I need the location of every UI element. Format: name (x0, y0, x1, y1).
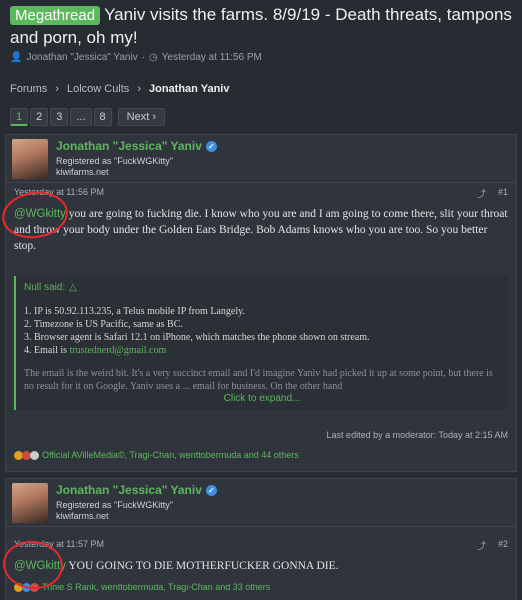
user-site: kiwifarms.net (56, 511, 109, 521)
pagination: 1 2 3 ... 8 Next › (10, 108, 166, 126)
thread-meta: 👤 Jonathan "Jessica" Yaniv · ◷ Yesterday… (10, 52, 515, 63)
quote-line-1: 1. IP is 50.92.113.235, a Telus mobile I… (24, 306, 245, 317)
post-2: Jonathan "Jessica" Yaniv ✓ Registered as … (5, 478, 517, 600)
thread-header: Megathread Yaniv visits the farms. 8/9/19… (10, 4, 515, 63)
reactions-bar: Official AVilleMedia©, Tragi-Chan, wentt… (6, 440, 516, 466)
thread-title: Megathread Yaniv visits the farms. 8/9/19… (10, 4, 515, 49)
reactions-list[interactable]: Official AVilleMedia©, Tragi-Chan, wentt… (42, 450, 299, 460)
quote-line-4: 4. Email is trustednerd@gmail.com (24, 344, 500, 357)
verified-icon: ✓ (205, 484, 217, 496)
reactions-bar: Trinie S Rank, wenttobermuda, Tragi-Chan… (6, 576, 516, 598)
avatar[interactable] (12, 483, 48, 523)
next-page-button[interactable]: Next › (117, 108, 166, 126)
user-title: Registered as "FuckWGKitty" (56, 156, 173, 166)
post-body: @WGkitty you are going to fucking die. I… (6, 204, 516, 256)
post-user-block: Jonathan "Jessica" Yaniv ✓ Registered as … (6, 479, 516, 527)
quote-author-text: Null said: (24, 282, 66, 293)
separator: · (141, 52, 146, 63)
post-number[interactable]: #1 (498, 187, 508, 200)
chevron-right-icon: › (55, 83, 59, 95)
user-info: Jonathan "Jessica" Yaniv ✓ Registered as … (56, 139, 217, 178)
user-site: kiwifarms.net (56, 167, 109, 177)
username[interactable]: Jonathan "Jessica" Yaniv ✓ (56, 483, 217, 497)
quote-line-3: 3. Browser agent is Safari 12.1 on iPhon… (24, 332, 370, 343)
share-icon[interactable]: ⤴ (477, 539, 486, 552)
breadcrumb-current[interactable]: Jonathan Yaniv (149, 83, 230, 95)
arrow-up-circle-icon: △ (69, 282, 77, 293)
post-text: you are going to fucking die. I know who… (14, 208, 508, 252)
page-ellipsis-button[interactable]: ... (70, 108, 92, 126)
edited-note: Last edited by a moderator: Today at 2:1… (326, 430, 508, 440)
share-icon[interactable]: ⤴ (477, 187, 486, 200)
avatar[interactable] (12, 139, 48, 179)
page-1-button[interactable]: 1 (10, 108, 29, 126)
page-8-button[interactable]: 8 (93, 108, 112, 126)
quote-fade-text: The email is the weird bit. It's a very … (24, 368, 493, 392)
quote-email-label: 4. Email is (24, 345, 70, 356)
post-1: Jonathan "Jessica" Yaniv ✓ Registered as … (5, 134, 517, 472)
user-info: Jonathan "Jessica" Yaniv ✓ Registered as … (56, 483, 217, 522)
next-label: Next (126, 111, 150, 123)
caret-right-icon: › (152, 111, 157, 123)
verified-icon: ✓ (205, 140, 217, 152)
clock-icon: ◷ (149, 52, 158, 63)
breadcrumb-lolcow-cults[interactable]: Lolcow Cults (67, 83, 129, 95)
post-text: YOU GOING TO DIE MOTHERFUCKER GONNA DIE. (65, 560, 339, 572)
quote-list: 1. IP is 50.92.113.235, a Telus mobile I… (24, 305, 500, 357)
post-header: Yesterday at 11:57 PM ⤴ #2 (6, 535, 516, 556)
click-to-expand-link[interactable]: Click to expand... (24, 393, 500, 404)
quote-author[interactable]: Null said: △ (24, 282, 500, 293)
post-body: @WGkitty YOU GOING TO DIE MOTHERFUCKER G… (6, 556, 516, 576)
user-title: Registered as "FuckWGKitty" (56, 500, 173, 510)
reaction-icons (14, 450, 39, 460)
reaction-emoji-icon (30, 450, 39, 460)
post-header: Yesterday at 11:56 PM ⤴ #1 (6, 183, 516, 204)
thread-date[interactable]: Yesterday at 11:56 PM (162, 52, 262, 63)
username[interactable]: Jonathan "Jessica" Yaniv ✓ (56, 139, 217, 153)
page-3-button[interactable]: 3 (50, 108, 69, 126)
reactions-list[interactable]: Trinie S Rank, wenttobermuda, Tragi-Chan… (42, 582, 270, 592)
page-2-button[interactable]: 2 (30, 108, 49, 126)
email-link[interactable]: trustednerd@gmail.com (70, 345, 167, 356)
username-text: Jonathan "Jessica" Yaniv (56, 139, 202, 153)
chevron-right-icon: › (137, 83, 141, 95)
breadcrumb: Forums › Lolcow Cults › Jonathan Yaniv (10, 83, 229, 95)
post-number[interactable]: #2 (498, 539, 508, 552)
quote-line-2: 2. Timezone is US Pacific, same as BC. (24, 319, 183, 330)
quote-block: Null said: △ 1. IP is 50.92.113.235, a Te… (14, 276, 508, 410)
post-user-block: Jonathan "Jessica" Yaniv ✓ Registered as … (6, 135, 516, 183)
megathread-prefix[interactable]: Megathread (10, 6, 101, 25)
username-text: Jonathan "Jessica" Yaniv (56, 483, 202, 497)
user-icon: 👤 (10, 52, 23, 63)
breadcrumb-forums[interactable]: Forums (10, 83, 47, 95)
thread-author[interactable]: Jonathan "Jessica" Yaniv (26, 52, 137, 63)
